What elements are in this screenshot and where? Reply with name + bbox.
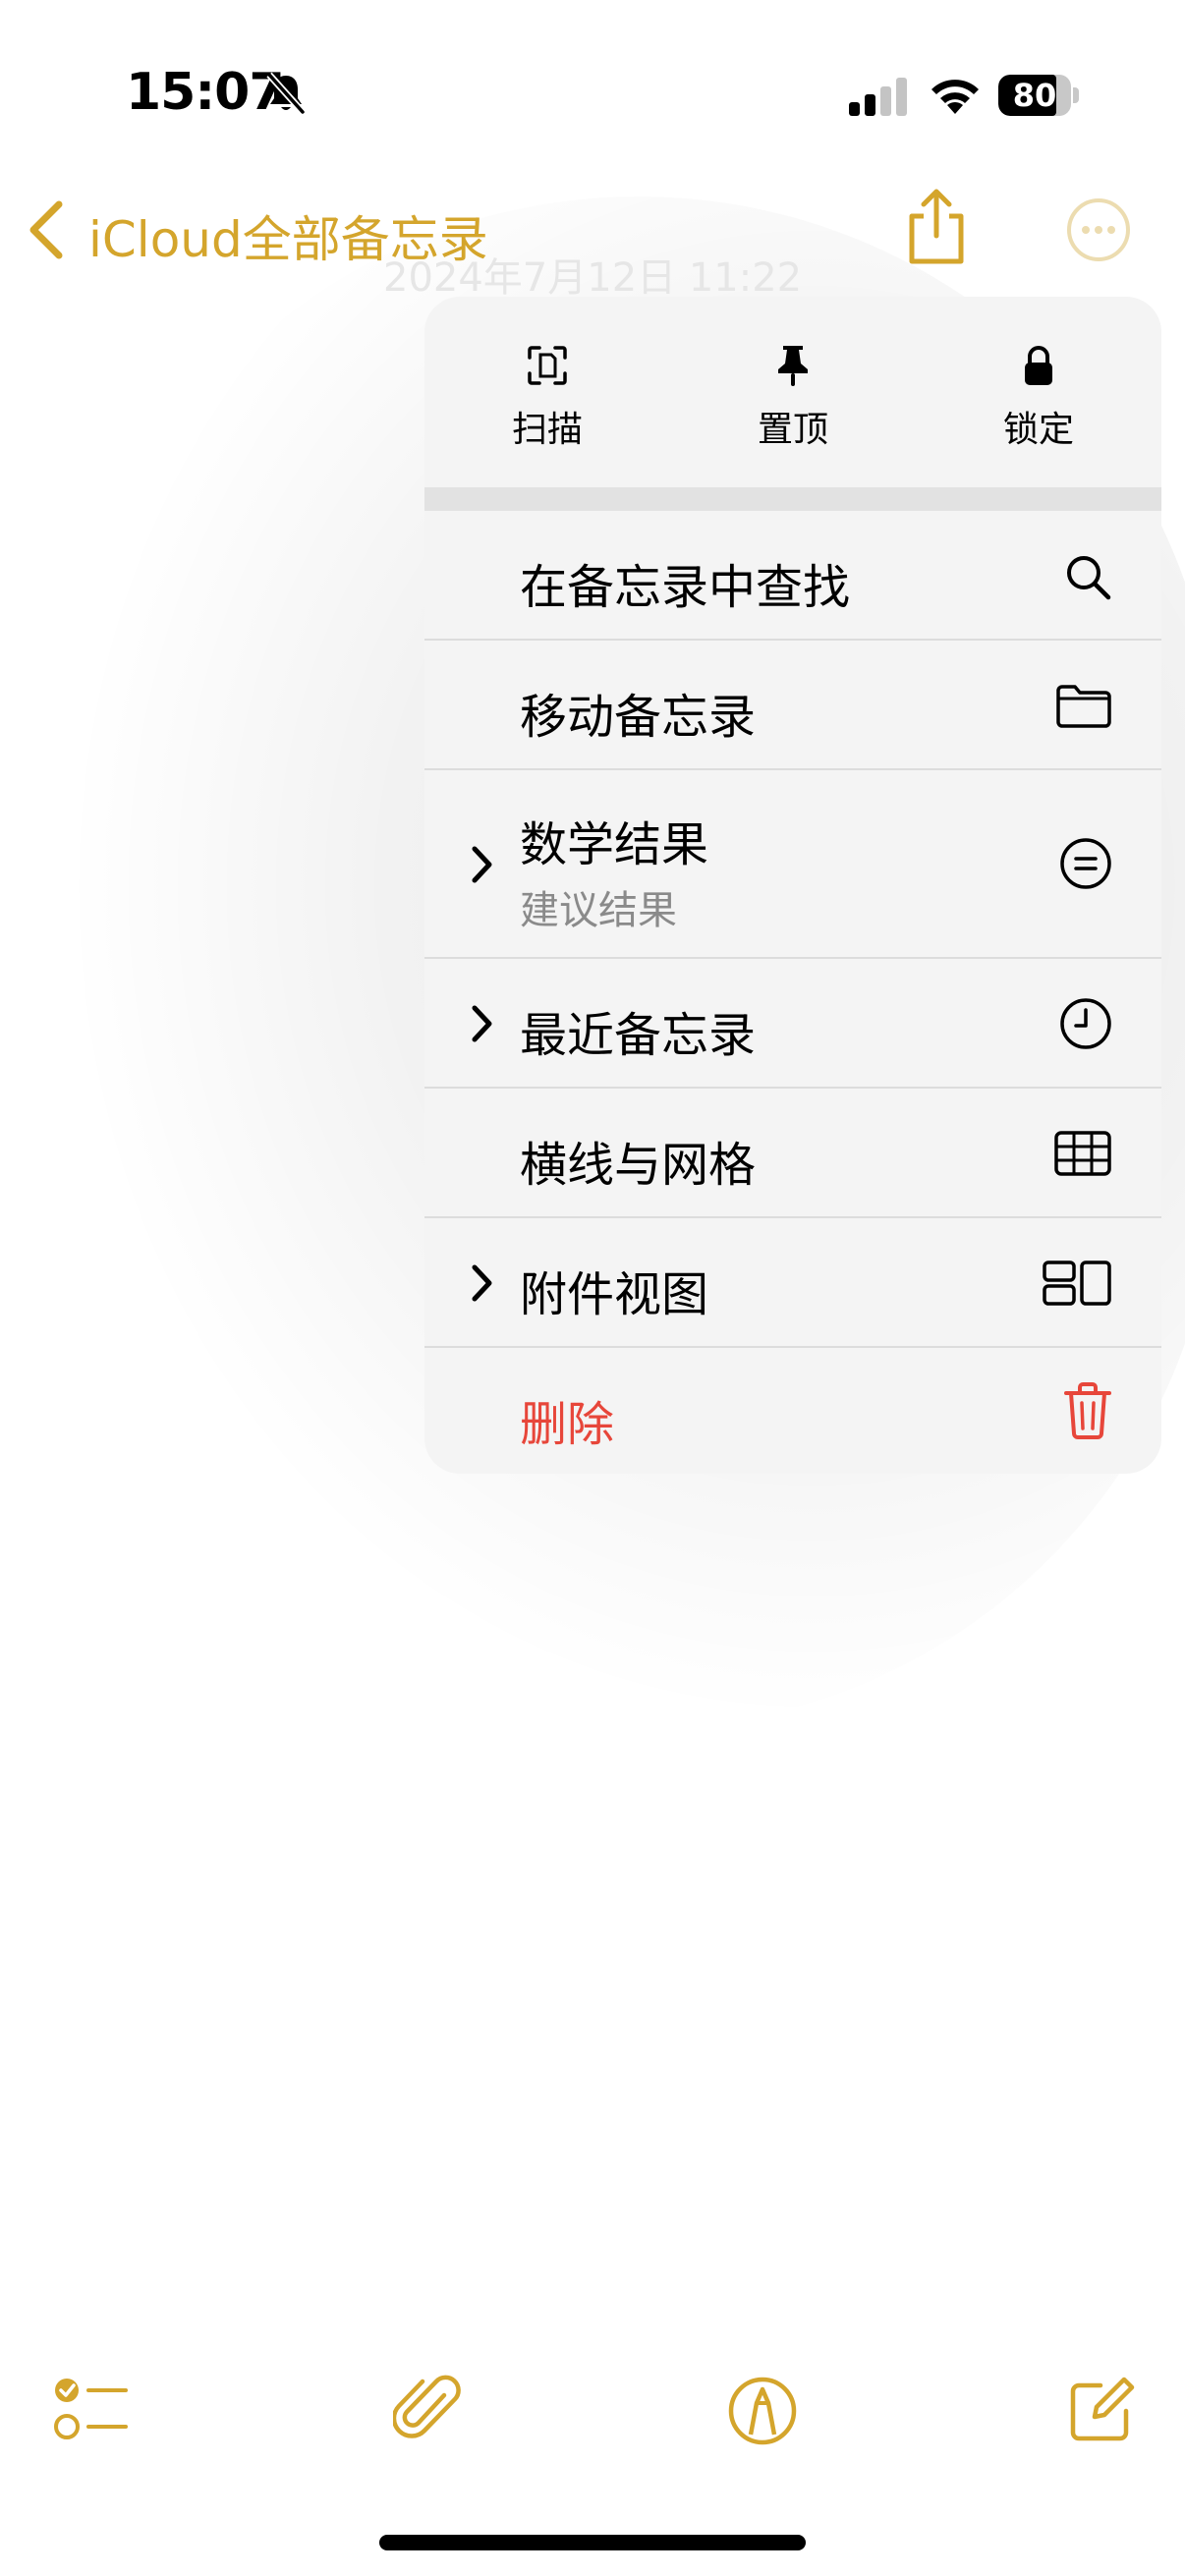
recent-notes-label: 最近备忘录: [520, 1008, 757, 1063]
more-options-icon[interactable]: [1065, 196, 1132, 263]
lines-grids-item[interactable]: 横线与网格: [424, 1089, 1161, 1218]
battery-body: 80: [998, 75, 1071, 116]
menu-section-divider: [424, 487, 1161, 511]
math-results-item[interactable]: 数学结果 建议结果: [424, 770, 1161, 959]
submenu-chevron-icon: [472, 1264, 492, 1302]
note-options-menu: 扫描 置顶 锁定 在备忘录中查找 移动备忘录 数学结果 建议结果 最近备忘录 横…: [424, 297, 1161, 1474]
search-icon: [1067, 556, 1111, 600]
paperclip-icon[interactable]: [393, 2374, 464, 2448]
scan-button[interactable]: 扫描: [424, 297, 670, 487]
silent-bell-icon: [266, 72, 306, 115]
lines-grids-label: 横线与网格: [520, 1138, 757, 1193]
back-button-label[interactable]: iCloud全部备忘录: [88, 200, 488, 271]
pin-button[interactable]: 置顶: [670, 297, 916, 487]
lock-label: 锁定: [1002, 410, 1074, 450]
cellular-signal-icon: [849, 78, 907, 116]
delete-note-item[interactable]: 删除: [424, 1348, 1161, 1474]
scan-icon: [528, 346, 567, 385]
scan-label: 扫描: [511, 410, 583, 450]
attachment-view-item[interactable]: 附件视图: [424, 1218, 1161, 1348]
move-note-item[interactable]: 移动备忘录: [424, 641, 1161, 770]
home-indicator[interactable]: [379, 2535, 806, 2550]
delete-label: 删除: [520, 1397, 615, 1452]
submenu-chevron-icon: [472, 846, 492, 883]
recent-notes-item[interactable]: 最近备忘录: [424, 959, 1161, 1089]
attachment-view-label: 附件视图: [520, 1267, 709, 1322]
share-icon[interactable]: [902, 187, 971, 267]
find-in-note-label: 在备忘录中查找: [520, 560, 851, 615]
back-chevron-icon[interactable]: [24, 198, 67, 261]
clock-icon: [1060, 998, 1111, 1049]
battery-percent: 80: [1012, 77, 1057, 114]
compose-icon[interactable]: [1067, 2376, 1136, 2444]
pin-label: 置顶: [757, 410, 828, 450]
attachment-view-icon: [1043, 1260, 1111, 1306]
trash-icon: [1064, 1382, 1111, 1439]
folder-icon: [1056, 685, 1111, 728]
submenu-chevron-icon: [472, 1005, 492, 1042]
equals-circle-icon: [1060, 838, 1111, 889]
menu-list: 在备忘录中查找 移动备忘录 数学结果 建议结果 最近备忘录 横线与网格 附件视图…: [424, 511, 1161, 1474]
menu-quick-actions: 扫描 置顶 锁定: [424, 297, 1161, 487]
lock-button[interactable]: 锁定: [916, 297, 1161, 487]
grid-icon: [1054, 1131, 1111, 1176]
markup-pen-icon[interactable]: [727, 2376, 798, 2446]
lock-icon: [1025, 346, 1052, 385]
pin-icon: [778, 346, 808, 386]
wifi-icon: [931, 80, 979, 114]
battery-indicator: 80: [998, 75, 1079, 116]
math-results-label: 数学结果: [520, 817, 709, 872]
battery-cap: [1073, 87, 1079, 103]
move-note-label: 移动备忘录: [520, 690, 757, 745]
status-time: 15:07: [126, 63, 285, 122]
checklist-icon[interactable]: [53, 2376, 132, 2444]
math-results-sublabel: 建议结果: [520, 888, 677, 933]
find-in-note-item[interactable]: 在备忘录中查找: [424, 511, 1161, 641]
